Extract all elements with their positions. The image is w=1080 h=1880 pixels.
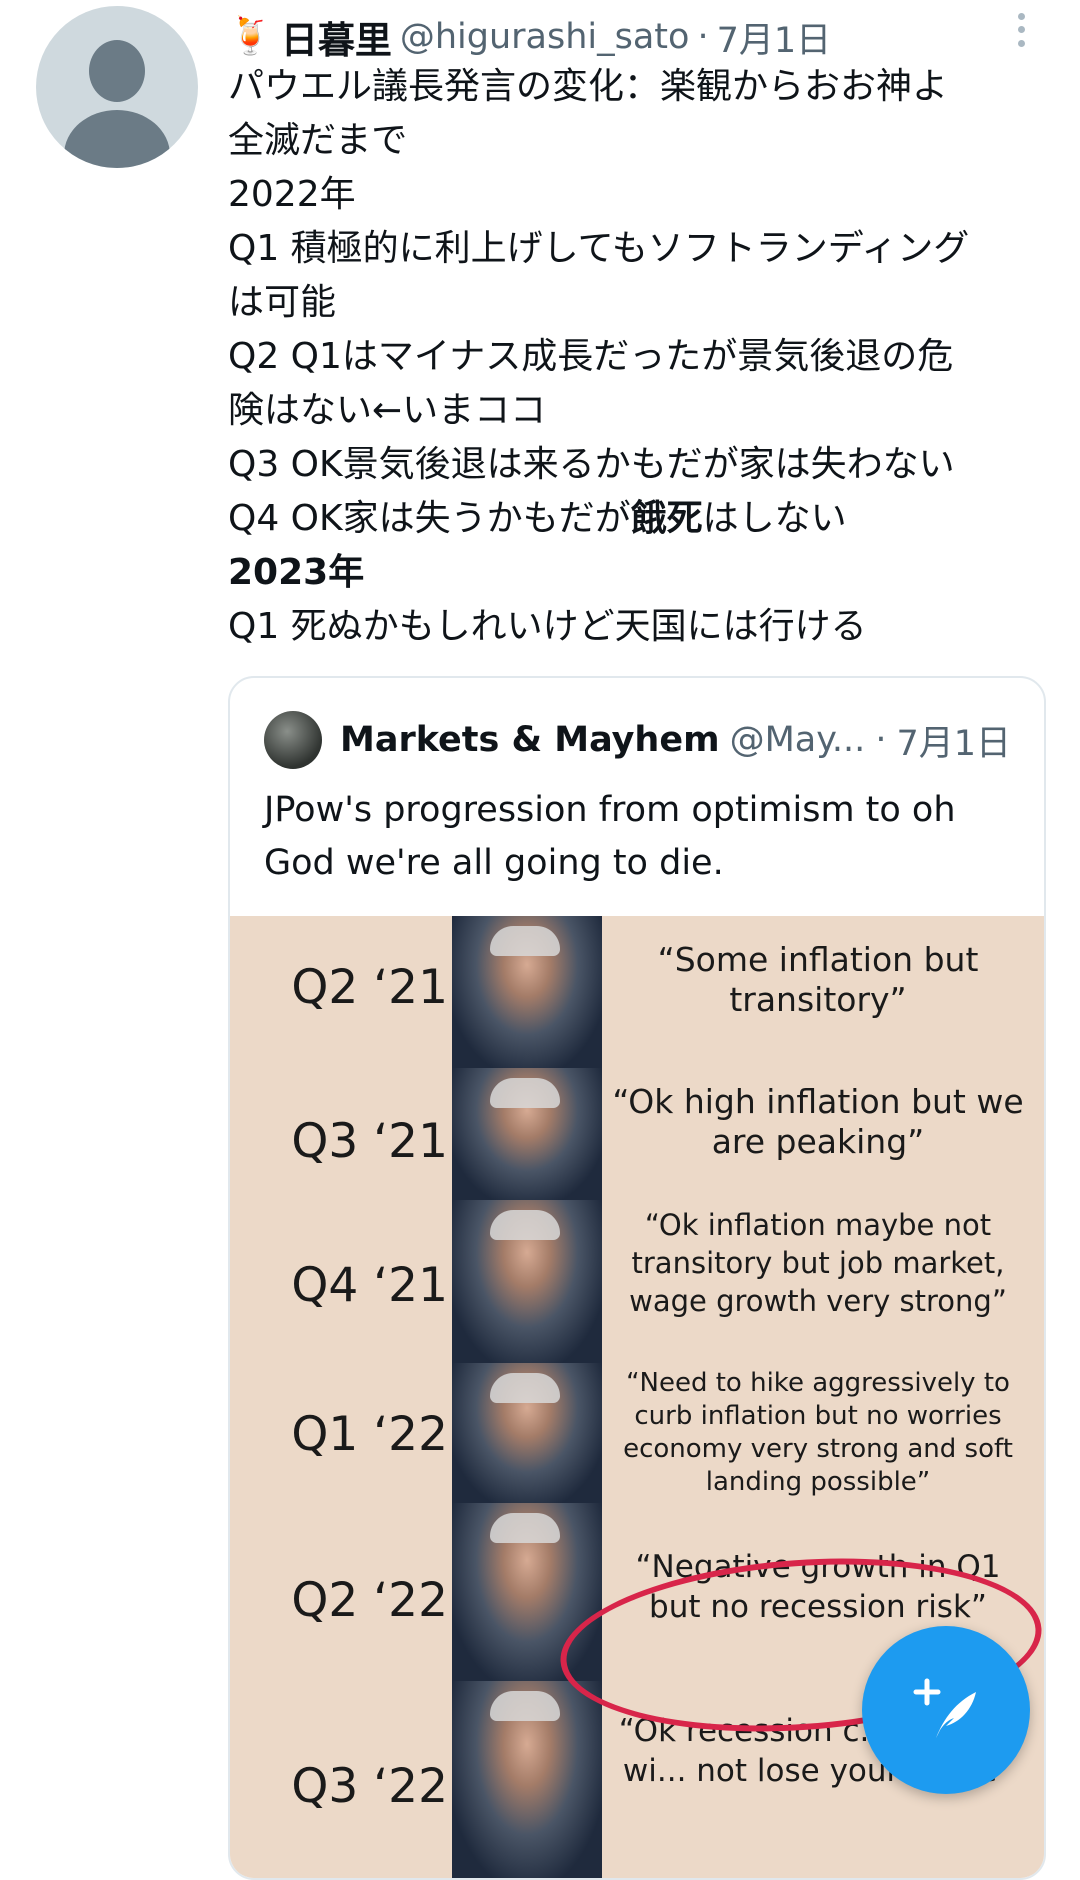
- tweet-line-q4: Q4 OK家は失うかもだが餓死はしない: [228, 492, 1038, 546]
- meme-quote: “Ok inflation maybe not transitory but j…: [629, 1208, 1007, 1318]
- powell-photo: [452, 1681, 602, 1878]
- author-display-name[interactable]: 日暮里: [281, 10, 392, 64]
- powell-photo: [452, 916, 602, 1068]
- tweet-line: は可能: [228, 282, 337, 323]
- q4-bold-word: 餓死: [630, 498, 703, 539]
- compose-feather-icon: [913, 1678, 976, 1738]
- meme-row: Q1 ‘22 “Need to hike aggressively to cur…: [230, 1363, 1044, 1503]
- meme-quarter-label: Q1 ‘22: [291, 1407, 448, 1462]
- tweet-line: パウエル議長発言の変化：楽観からおお神よ: [228, 66, 949, 107]
- author-avatar[interactable]: [36, 6, 198, 168]
- avatar-body-placeholder: [64, 110, 170, 168]
- separator-dot: ·: [875, 720, 887, 760]
- quoted-author-name: Markets & Mayhem: [340, 720, 720, 760]
- q4-text-start: Q4 OK家は失うかもだが: [228, 498, 631, 539]
- separator-dot: ·: [697, 17, 709, 57]
- meme-quarter-label: Q3 ‘21: [291, 1114, 448, 1169]
- q4-text-end: はしない: [702, 498, 847, 539]
- avatar-head-placeholder: [89, 40, 145, 102]
- tweet-line: Q3 OK景気後退は来るかもだが家は失わない: [228, 444, 955, 485]
- tweet-line: Q2 Q1はマイナス成長だったが景気後退の危: [228, 336, 954, 377]
- meme-quarter-label: Q2 ‘22: [291, 1573, 448, 1628]
- quoted-tweet-text: JPow's progression from optimism to oh G…: [264, 790, 956, 883]
- meme-quarter-label: Q3 ‘22: [291, 1759, 448, 1814]
- tweet-line-year: 2023年: [228, 552, 365, 593]
- tweet-text: パウエル議長発言の変化：楽観からおお神よ 全滅だまで 2022年 Q1 積極的に…: [228, 60, 1038, 654]
- compose-tweet-button[interactable]: [862, 1626, 1030, 1794]
- quoted-tweet-header: Markets & Mayhem @May... · 7月1日: [264, 711, 1011, 769]
- quoted-author-handle: @May...: [729, 720, 866, 760]
- more-options-icon[interactable]: [1006, 10, 1036, 50]
- author-handle[interactable]: @higurashi_sato: [400, 17, 690, 57]
- powell-photo: [452, 1363, 602, 1503]
- meme-row: Q3 ‘21 “Ok high inflation but we are pea…: [230, 1068, 1044, 1200]
- tweet-line: Q1 死ぬかもしれいけど天国には行ける: [228, 606, 867, 647]
- tweet-line: 険はない←いまココ: [228, 390, 547, 431]
- quoted-author-avatar: [264, 711, 322, 769]
- tweet-line: 2022年: [228, 174, 356, 215]
- meme-quarter-label: Q2 ‘21: [291, 960, 448, 1015]
- powell-photo: [452, 1068, 602, 1200]
- tweet-line: 全滅だまで: [228, 120, 408, 161]
- meme-quote: “Ok high inflation but we are peaking”: [612, 1082, 1024, 1161]
- tweet-line: Q1 積極的に利上げしてもソフトランディング: [228, 228, 970, 269]
- cocktail-emoji-icon: 🍹: [228, 16, 273, 57]
- quoted-tweet-date: 7月1日: [896, 723, 1011, 764]
- tweet-date[interactable]: 7月1日: [717, 12, 832, 63]
- powell-photo: [452, 1200, 602, 1363]
- meme-row: Q2 ‘21 “Some inflation but transitory”: [230, 916, 1044, 1068]
- meme-quote: “Some inflation but transitory”: [657, 940, 979, 1019]
- meme-quarter-label: Q4 ‘21: [291, 1258, 448, 1313]
- tweet-header: 🍹 日暮里 @higurashi_sato · 7月1日: [228, 12, 832, 63]
- meme-row: Q4 ‘21 “Ok inflation maybe not transitor…: [230, 1200, 1044, 1363]
- meme-quote: “Need to hike aggressively to curb infla…: [623, 1368, 1013, 1497]
